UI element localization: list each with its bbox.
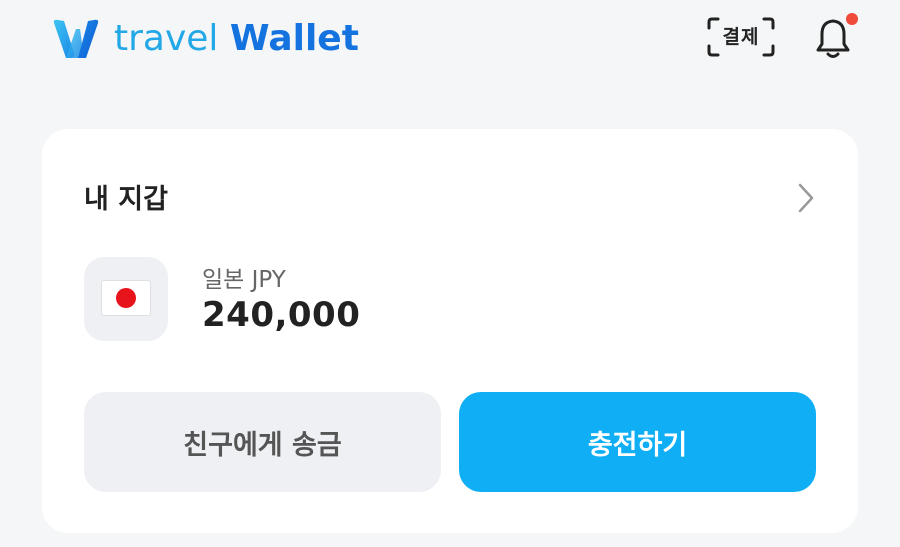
- pay-button-label: 결제: [722, 26, 760, 48]
- logo-wordmark: travel Wallet: [114, 15, 359, 63]
- wallet-card: 내 지갑 일본 JPY 240,000 친구에게 송금 충전하기: [42, 129, 858, 533]
- chevron-right-icon[interactable]: [790, 179, 820, 217]
- app-header: travel Wallet 결제: [0, 0, 900, 80]
- currency-flag-badge: [84, 257, 168, 341]
- send-to-friend-button[interactable]: 친구에게 송금: [84, 392, 441, 492]
- bell-icon: [816, 13, 858, 58]
- notification-dot-icon: [846, 13, 858, 25]
- logo-text-wallet: Wallet: [229, 18, 359, 59]
- travel-wallet-logo: travel Wallet: [50, 14, 359, 64]
- logo-w-icon: [53, 19, 99, 58]
- currency-label: 일본 JPY: [202, 267, 286, 293]
- pay-button[interactable]: 결제: [706, 16, 776, 58]
- wallet-title: 내 지갑: [84, 184, 168, 215]
- charge-button[interactable]: 충전하기: [459, 392, 816, 492]
- japan-flag-icon: [101, 280, 151, 316]
- wallet-balance: 240,000: [202, 295, 361, 335]
- logo-text-travel: travel: [114, 18, 219, 59]
- notification-button[interactable]: [808, 10, 860, 62]
